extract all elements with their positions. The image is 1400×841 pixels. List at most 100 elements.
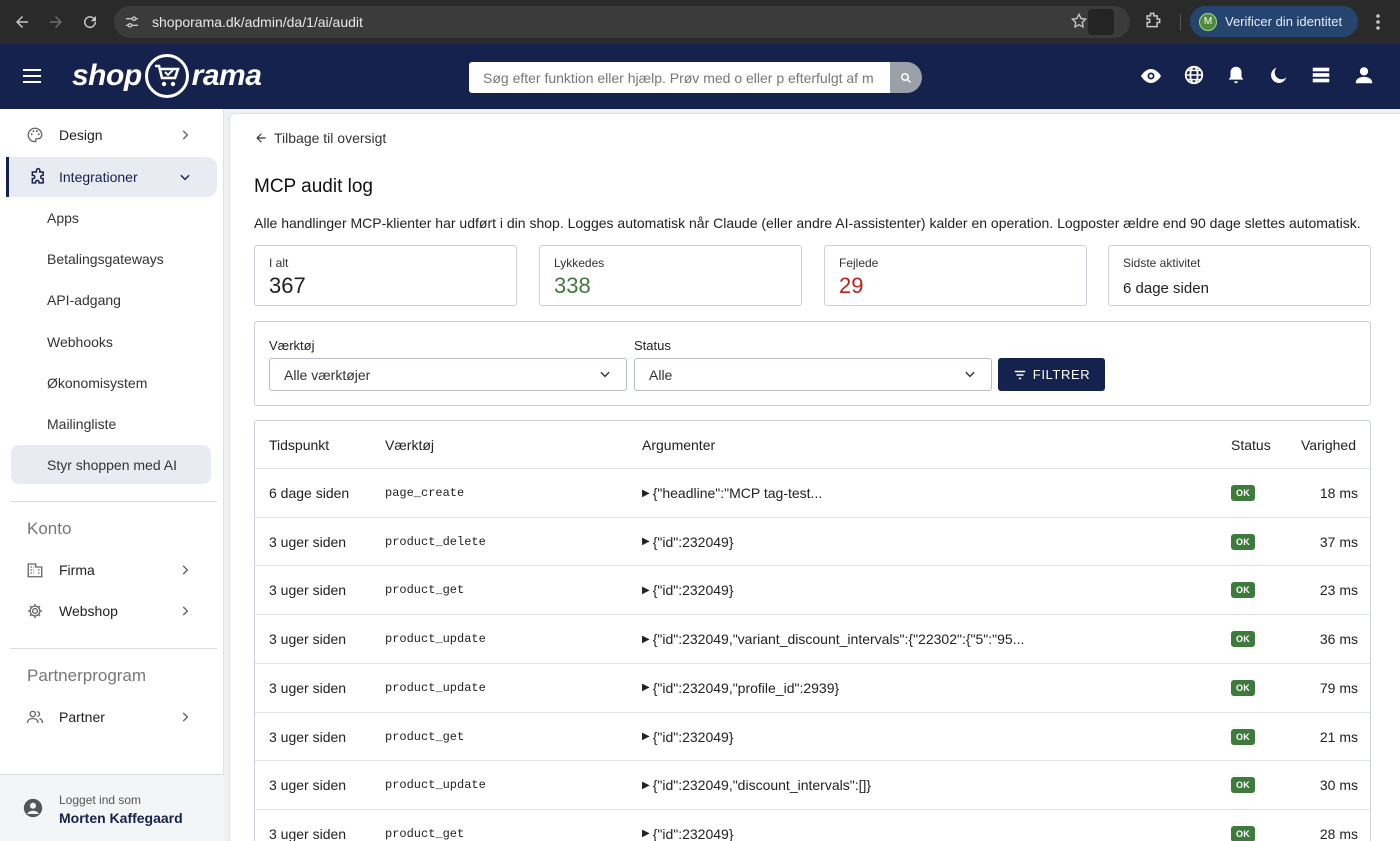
expand-triangle-icon[interactable]: ▶ [642, 585, 650, 596]
column-header-tool: Værktøj [385, 436, 434, 453]
cell-arguments[interactable]: ▶ {"id":232049} [642, 518, 734, 566]
url-text: shoporama.dk/admin/da/1/ai/audit [152, 14, 363, 30]
sidebar-sub-webhooks[interactable]: Webhooks [47, 334, 113, 350]
arguments-text: {"id":232049} [652, 728, 734, 745]
eye-icon[interactable] [1130, 64, 1173, 88]
cell-tool: product_get [385, 583, 465, 598]
search-icon [901, 72, 912, 83]
stat-card-success: Lykkedes 338 [539, 245, 802, 306]
tool-filter-select[interactable]: Alle værktøjer [269, 358, 627, 391]
expand-triangle-icon[interactable]: ▶ [642, 731, 650, 742]
search-button[interactable] [890, 62, 922, 93]
sidebar-item-webshop[interactable]: Webshop [0, 591, 224, 631]
bell-icon[interactable] [1215, 64, 1258, 88]
cell-status: OK [1231, 810, 1256, 841]
sidebar-sub-betalingsgateways[interactable]: Betalingsgateways [47, 251, 164, 267]
forward-arrow-icon[interactable] [39, 5, 73, 39]
expand-triangle-icon[interactable]: ▶ [642, 780, 650, 791]
storage-icon[interactable] [1300, 64, 1343, 88]
stat-value: 29 [839, 273, 864, 298]
dark-mode-icon[interactable] [1258, 64, 1301, 88]
table-row[interactable]: 3 uger siden product_update ▶ {"id":232049,… [255, 662, 1370, 712]
hamburger-menu-icon[interactable] [20, 64, 44, 91]
shoporama-logo[interactable]: shop rama [72, 54, 262, 98]
tool-filter-value: Alle værktøjer [284, 366, 371, 383]
arguments-text: {"id":232049,"variant_discount_intervals… [652, 631, 1025, 648]
cell-arguments[interactable]: ▶ {"headline":"MCP tag-test... [642, 469, 822, 517]
stat-card-total: I alt 367 [254, 245, 517, 306]
sidebar-item-label: Firma [59, 562, 95, 578]
cell-duration: 23 ms [1319, 582, 1358, 599]
cell-time: 3 uger siden [269, 679, 347, 696]
arguments-text: {"id":232049,"discount_intervals":[]} [652, 777, 872, 794]
table-row[interactable]: 3 uger siden product_update ▶ {"id":232049,… [255, 760, 1370, 809]
chevron-right-icon [178, 563, 192, 577]
cell-arguments[interactable]: ▶ {"id":232049,"variant_discount_interval… [642, 615, 1024, 663]
table-row[interactable]: 3 uger siden product_update ▶ {"id":232049,… [255, 614, 1370, 663]
cell-time: 3 uger siden [269, 777, 347, 794]
tool-filter-label: Værktøj [269, 338, 315, 353]
sidebar-sub-mailingliste[interactable]: Mailingliste [47, 416, 116, 432]
stat-label: Sidste aktivitet [1123, 256, 1201, 270]
status-filter-select[interactable]: Alle [634, 358, 992, 391]
sidebar-sub-okonomisystem[interactable]: Økonomisystem [47, 375, 147, 391]
logged-in-label: Logget ind som [59, 793, 142, 807]
user-account-icon[interactable] [1343, 64, 1386, 88]
site-settings-icon[interactable] [124, 14, 144, 30]
expand-triangle-icon[interactable]: ▶ [642, 488, 650, 499]
sidebar-item-integrationer[interactable]: Integrationer [6, 157, 217, 197]
table-row[interactable]: 3 uger siden product_delete ▶ {"id":232049}… [255, 516, 1370, 566]
sidebar-item-design[interactable]: Design [0, 115, 224, 155]
cell-arguments[interactable]: ▶ {"id":232049,"discount_intervals":[]} [642, 761, 871, 809]
cell-arguments[interactable]: ▶ {"id":232049} [642, 713, 734, 761]
sidebar-item-partner[interactable]: Partner [0, 697, 224, 737]
table-row[interactable]: 3 uger siden product_get ▶ {"id":232049} OK 2… [255, 711, 1370, 761]
stat-label: Fejlede [839, 256, 879, 270]
sidebar-item-label: Design [59, 127, 103, 143]
globe-icon[interactable] [1173, 64, 1216, 88]
cell-status: OK [1231, 615, 1256, 663]
search-input[interactable] [483, 69, 873, 86]
cell-time: 3 uger siden [269, 631, 347, 648]
cell-tool: product_delete [385, 534, 486, 549]
stat-value: 6 dage siden [1123, 280, 1209, 297]
cell-arguments[interactable]: ▶ {"id":232049,"profile_id":2939} [642, 664, 839, 712]
expand-triangle-icon[interactable]: ▶ [642, 536, 650, 547]
address-bar[interactable]: shoporama.dk/admin/da/1/ai/audit [114, 6, 1130, 38]
verify-identity-button[interactable]: M Verificer din identitet [1190, 6, 1358, 37]
reload-icon[interactable] [73, 5, 107, 39]
expand-triangle-icon[interactable]: ▶ [642, 828, 650, 839]
cell-arguments[interactable]: ▶ {"id":232049} [642, 810, 734, 841]
browser-menu-icon[interactable] [1370, 12, 1386, 35]
back-arrow-icon[interactable] [5, 5, 39, 39]
back-to-overview-link[interactable]: Tilbage til oversigt [254, 130, 386, 146]
browser-toolbar: shoporama.dk/admin/da/1/ai/audit M Verif… [0, 0, 1400, 44]
extensions-icon[interactable] [1143, 10, 1163, 33]
table-row[interactable]: 3 uger siden product_get ▶ {"id":232049} OK 2… [255, 565, 1370, 614]
cell-tool: page_create [385, 486, 465, 500]
chevron-right-icon [178, 128, 192, 142]
sidebar-user-footer[interactable]: Logget ind som Morten Kaffegaard [0, 774, 224, 841]
table-row[interactable]: 3 uger siden product_get ▶ {"id":232049} OK 2… [255, 808, 1370, 841]
stat-label: I alt [269, 256, 289, 270]
sidebar-sub-apps[interactable]: Apps [47, 210, 79, 226]
sidebar-item-firma[interactable]: Firma [0, 550, 224, 590]
expand-triangle-icon[interactable]: ▶ [642, 682, 650, 693]
audit-log-table: Tidspunkt Værktøj Argumenter Status Vari… [254, 420, 1371, 841]
column-header-status: Status [1231, 436, 1271, 453]
cell-arguments[interactable]: ▶ {"id":232049} [642, 566, 734, 614]
building-icon [26, 561, 44, 579]
status-badge: OK [1231, 679, 1256, 696]
bookmark-star-icon[interactable] [1070, 12, 1088, 33]
cell-status: OK [1231, 761, 1256, 809]
cell-status: OK [1231, 518, 1256, 566]
people-icon [26, 708, 44, 726]
cell-duration: 30 ms [1319, 777, 1358, 794]
sidebar-item-label: Integrationer [59, 169, 138, 185]
filter-icon [1013, 368, 1027, 382]
sidebar-sub-styr-shoppen-med-ai[interactable]: Styr shoppen med AI [47, 457, 177, 473]
expand-triangle-icon[interactable]: ▶ [642, 634, 650, 645]
filter-button[interactable]: FILTRER [998, 358, 1105, 391]
table-row[interactable]: 6 dage siden page_create ▶ {"headline":"MCP… [255, 468, 1370, 517]
sidebar-sub-api-adgang[interactable]: API-adgang [47, 292, 121, 308]
